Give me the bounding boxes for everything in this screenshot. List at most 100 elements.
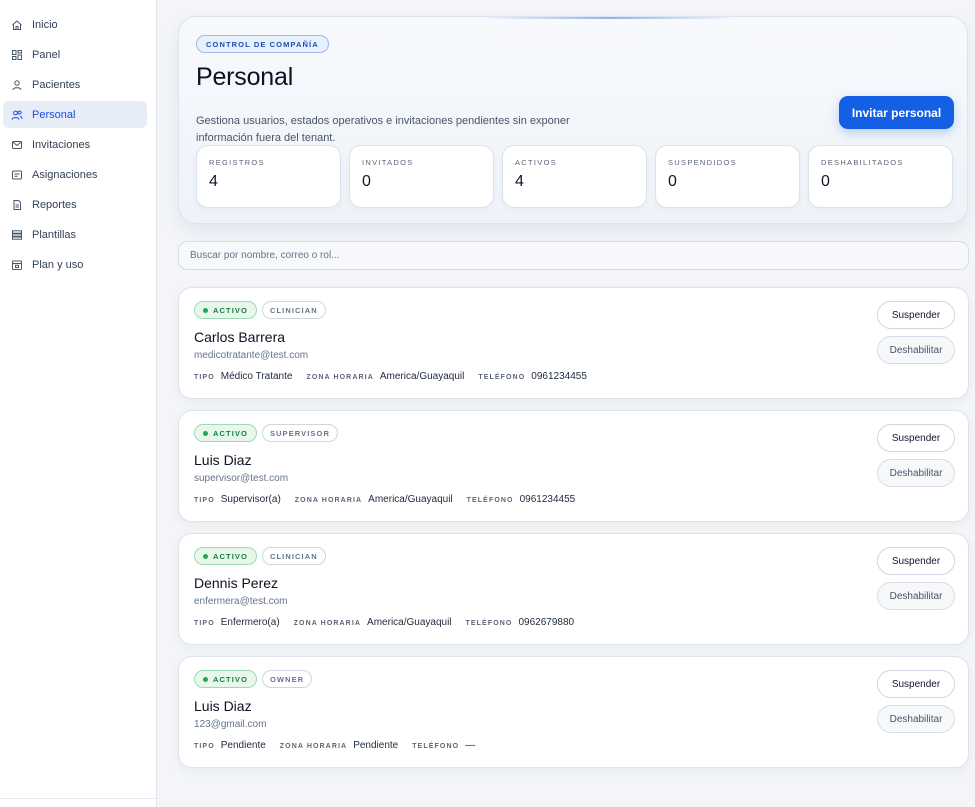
template-icon [11,229,23,241]
role-badge: CLINICIAN [261,301,326,319]
role-badge: SUPERVISOR [261,424,338,442]
staff-email: supervisor@test.com [194,473,289,484]
staff-meta: TIPO Pendiente ZONA HORARIA Pendiente TE… [194,740,489,751]
role-badge: CLINICIAN [261,547,326,565]
staff-card: ACTIVO SUPERVISOR Luis Diaz supervisor@t… [178,410,969,522]
sidebar-item-label: Personal [32,108,76,121]
sidebar-item-pacientes[interactable]: Pacientes [3,71,147,98]
document-icon [11,199,23,211]
meta-value-tipo: Supervisor(a) [220,494,281,505]
stat-label: INVITADOS [362,158,414,167]
stat-card-deshabilitados: DESHABILITADOS 0 [808,145,953,208]
staff-name: Luis Diaz [194,452,252,468]
page-description: Gestiona usuarios, estados operativos e … [196,115,570,144]
meta-value-zona-horaria: America/Guayaquil [368,494,453,505]
meta-key-tipo: TIPO [194,497,215,504]
sidebar-item-label: Invitaciones [32,138,91,151]
sidebar-item-personal[interactable]: Personal [3,101,147,128]
sidebar-item-plantillas[interactable]: Plantillas [3,221,147,248]
stat-value: 0 [668,173,677,190]
meta-key-tipo: TIPO [194,620,215,627]
stat-card-registros: REGISTROS 4 [196,145,341,208]
meta-key-zona-horaria: ZONA HORARIA [293,620,362,627]
stat-card-activos: ACTIVOS 4 [502,145,647,208]
header-accent-line [479,17,739,19]
plan-icon [11,259,23,271]
suspend-button[interactable]: Suspender [877,424,955,452]
status-badge-label: ACTIVO [213,428,248,438]
meta-value-telefono: 0961234455 [531,371,587,382]
sidebar-nav: Inicio Panel Pacientes Personal Invitaci… [0,0,156,278]
sidebar-item-label: Plan y uso [32,258,84,271]
sidebar-item-inicio[interactable]: Inicio [3,11,147,38]
meta-key-telefono: TELÉFONO [478,374,526,381]
stat-label: REGISTROS [209,158,265,167]
meta-key-zona-horaria: ZONA HORARIA [279,743,348,750]
assignment-icon [11,169,23,181]
staff-email: medicotratante@test.com [194,350,309,361]
status-badge: ACTIVO [194,670,257,688]
sidebar-item-panel[interactable]: Panel [3,41,147,68]
dashboard-icon [11,49,23,61]
stat-label: ACTIVOS [515,158,558,167]
staff-card: ACTIVO CLINICIAN Dennis Perez enfermera@… [178,533,969,645]
status-badge-label: ACTIVO [213,551,248,561]
suspend-button[interactable]: Suspender [877,301,955,329]
section-pill: CONTROL DE COMPAÑÍA [196,35,329,53]
suspend-button[interactable]: Suspender [877,670,955,698]
stat-value: 0 [821,173,830,190]
meta-key-telefono: TELÉFONO [465,620,513,627]
badge-row: ACTIVO OWNER [194,670,313,688]
search-input[interactable] [178,241,969,270]
meta-value-telefono: 0961234455 [519,494,576,505]
staff-name: Dennis Perez [194,575,279,591]
sidebar-item-label: Inicio [32,18,58,31]
stats-row: REGISTROS 4 INVITADOS 0 ACTIVOS 4 SUSPEN… [196,145,953,208]
meta-value-zona-horaria: America/Guayaquil [367,617,452,628]
status-dot-icon [203,307,208,313]
suspend-button[interactable]: Suspender [877,547,955,575]
meta-key-tipo: TIPO [194,374,215,381]
staff-meta: TIPO Médico Tratante ZONA HORARIA Americ… [194,371,601,382]
sidebar-item-label: Plantillas [32,228,77,241]
invite-staff-button[interactable]: Invitar personal [839,96,954,129]
sidebar-item-label: Pacientes [32,78,81,91]
status-dot-icon [203,676,208,682]
status-badge: ACTIVO [194,547,257,565]
sidebar-item-invitaciones[interactable]: Invitaciones [3,131,147,158]
badge-row: ACTIVO SUPERVISOR [194,424,338,442]
staff-name: Luis Diaz [194,698,252,714]
status-badge: ACTIVO [194,301,257,319]
mail-icon [11,139,23,151]
status-badge: ACTIVO [194,424,257,442]
staff-meta: TIPO Enfermero(a) ZONA HORARIA America/G… [194,617,588,628]
page-title: Personal [196,63,294,91]
main-content: CONTROL DE COMPAÑÍA Personal Gestiona us… [157,0,975,807]
users-icon [11,109,23,121]
staff-email: 123@gmail.com [194,719,267,730]
stat-card-invitados: INVITADOS 0 [349,145,494,208]
stat-label: SUSPENDIDOS [668,158,737,167]
staff-email: enfermera@test.com [194,596,288,607]
staff-meta: TIPO Supervisor(a) ZONA HORARIA America/… [194,494,589,505]
disable-button[interactable]: Deshabilitar [877,336,955,364]
staff-card: ACTIVO CLINICIAN Carlos Barrera medicotr… [178,287,969,399]
staff-name: Carlos Barrera [194,329,286,345]
sidebar-item-label: Panel [32,48,61,61]
status-dot-icon [203,430,208,436]
role-badge: OWNER [261,670,313,688]
sidebar-item-asignaciones[interactable]: Asignaciones [3,161,147,188]
meta-key-tipo: TIPO [194,743,215,750]
disable-button[interactable]: Deshabilitar [877,705,955,733]
staff-card: ACTIVO OWNER Luis Diaz 123@gmail.com TIP… [178,656,969,768]
sidebar-item-reportes[interactable]: Reportes [3,191,147,218]
disable-button[interactable]: Deshabilitar [877,582,955,610]
meta-value-zona-horaria: America/Guayaquil [379,371,465,382]
sidebar: Inicio Panel Pacientes Personal Invitaci… [0,0,157,807]
sidebar-item-plan-y-uso[interactable]: Plan y uso [3,251,147,278]
status-badge-label: ACTIVO [213,674,248,684]
sidebar-item-label: Reportes [32,198,77,211]
sidebar-item-label: Asignaciones [32,168,98,181]
disable-button[interactable]: Deshabilitar [877,459,955,487]
stat-value: 4 [209,173,218,190]
